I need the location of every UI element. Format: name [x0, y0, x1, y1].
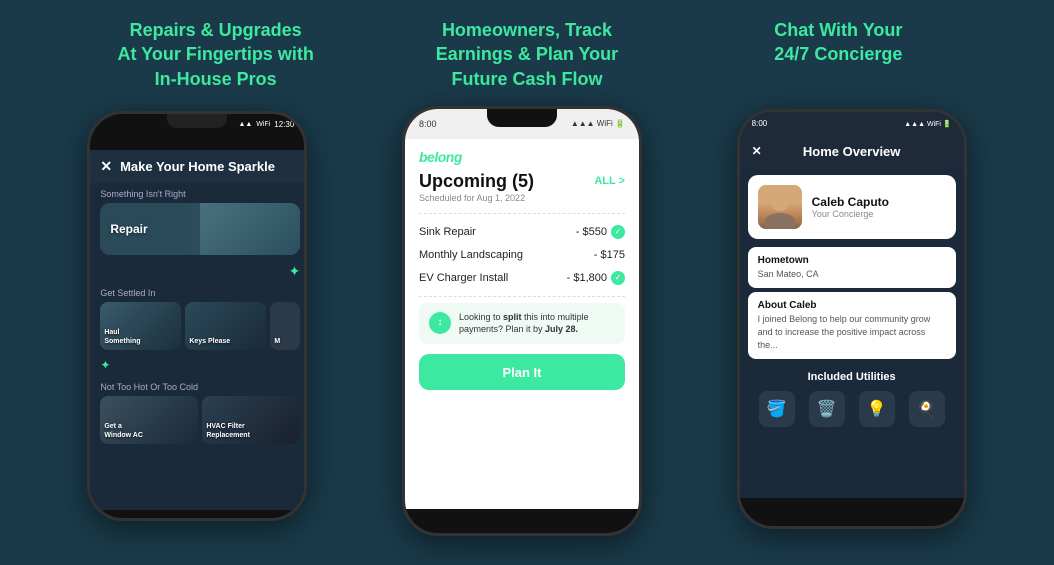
p3-utility-stove: 🍳 — [909, 391, 945, 427]
header-row: Repairs & Upgrades At Your Fingertips wi… — [0, 0, 1054, 101]
p2-upcoming-section: Upcoming (5) ALL > Scheduled for Aug 1, … — [405, 171, 639, 207]
p1-header: ✕ Make Your Home Sparkle — [90, 150, 307, 183]
p3-hometown-label: Hometown — [758, 255, 946, 266]
p3-time: 8:00 — [752, 119, 768, 128]
p1-section3-label: Not Too Hot Or Too Cold — [90, 376, 307, 396]
tagline-2: Homeowners, Track Earnings & Plan Your F… — [387, 18, 667, 91]
p1-hvac-card[interactable]: HVAC Filter Replacement — [202, 396, 300, 444]
p2-all-button[interactable]: ALL > — [594, 175, 625, 187]
tagline-3: Chat With Your 24/7 Concierge — [698, 18, 978, 67]
p3-about-box: About Caleb I joined Belong to help our … — [748, 292, 956, 359]
p3-hometown-value: San Mateo, CA — [758, 268, 946, 281]
p1-hvac-label: HVAC Filter Replacement — [206, 423, 250, 440]
p1-more-label: M — [274, 338, 280, 346]
p1-section1-label: Something Isn't Right — [90, 183, 307, 203]
p1-more-card[interactable]: M — [270, 302, 300, 350]
phone-1: ▲▲ WiFi 12:30 ✕ Make Your Home Sparkle S… — [87, 111, 307, 521]
p2-sink-check: ✓ — [611, 225, 625, 239]
p3-concierge-role: Your Concierge — [812, 209, 889, 219]
phones-row: ▲▲ WiFi 12:30 ✕ Make Your Home Sparkle S… — [0, 101, 1054, 565]
p2-item-landscaping: Monthly Landscaping - $175 — [405, 244, 639, 266]
phone-2: 8:00 ▲▲▲ WiFi 🔋 belong Upcoming (5) ALL … — [402, 106, 642, 536]
p3-about-text: I joined Belong to help our community gr… — [758, 313, 946, 351]
p1-haul-card[interactable]: Haul Something — [100, 302, 181, 350]
p1-haul-label: Haul Something — [104, 329, 140, 346]
p3-title: Home Overview — [803, 144, 901, 159]
p3-about-label: About Caleb — [758, 300, 946, 311]
tagline-1: Repairs & Upgrades At Your Fingertips wi… — [76, 18, 356, 91]
p1-wifi: WiFi — [256, 121, 270, 128]
p3-header: ✕ Home Overview — [740, 136, 964, 167]
p1-ac-card[interactable]: Get a Window AC — [100, 396, 198, 444]
p1-cold-row: Get a Window AC HVAC Filter Replacement — [100, 396, 300, 444]
p1-ac-label: Get a Window AC — [104, 423, 143, 440]
p2-sink-amount: - $550 ✓ — [576, 225, 625, 239]
p2-split-text: Looking to split this into multiple paym… — [459, 311, 615, 336]
phone-3: 8:00 ▲▲▲ WiFi 🔋 ✕ Home Overview Caleb Ca… — [737, 109, 967, 529]
p1-repair-card[interactable]: Repair — [100, 203, 300, 255]
p2-time: 8:00 — [419, 119, 437, 129]
p2-logo: belong — [419, 149, 462, 165]
p1-settled-row: Haul Something Keys Please M — [100, 302, 300, 350]
p3-concierge-card: Caleb Caputo Your Concierge — [748, 175, 956, 239]
p1-signal: ▲▲ — [238, 121, 252, 128]
p1-repair-label: Repair — [110, 222, 147, 236]
p2-ev-check: ✓ — [611, 271, 625, 285]
p2-divider-2 — [419, 296, 625, 297]
p3-utility-trash: 🗑️ — [809, 391, 845, 427]
p1-title: Make Your Home Sparkle — [120, 159, 275, 174]
p3-concierge-info: Caleb Caputo Your Concierge — [812, 195, 889, 219]
p2-land-amount: - $175 — [594, 249, 625, 261]
p3-close-icon[interactable]: ✕ — [752, 144, 762, 158]
p3-concierge-name: Caleb Caputo — [812, 195, 889, 209]
p2-land-label: Monthly Landscaping — [419, 249, 523, 261]
p3-hometown-box: Hometown San Mateo, CA — [748, 247, 956, 289]
p1-time: 12:30 — [274, 120, 294, 129]
p3-utility-icons: 🪣 🗑️ 💡 🍳 — [748, 391, 956, 427]
p3-status: ▲▲▲ WiFi 🔋 — [904, 120, 951, 128]
p1-keys-card[interactable]: Keys Please — [185, 302, 266, 350]
p2-ev-amount: - $1,800 ✓ — [567, 271, 625, 285]
p2-split-icon: ↕ — [429, 312, 451, 334]
sparkle-icon: ✦ — [289, 263, 301, 280]
p3-utility-light: 💡 — [859, 391, 895, 427]
p3-utility-vacuum: 🪣 — [759, 391, 795, 427]
p2-plan-button[interactable]: Plan It — [419, 354, 625, 390]
p2-divider-1 — [419, 213, 625, 214]
p1-keys-label: Keys Please — [189, 338, 230, 346]
p2-ev-label: EV Charger Install — [419, 272, 508, 284]
p3-avatar — [758, 185, 802, 229]
p2-split-box: ↕ Looking to split this into multiple pa… — [419, 303, 625, 344]
p1-section2-label: Get Settled In — [90, 282, 307, 302]
p2-subtitle: Scheduled for Aug 1, 2022 — [419, 193, 625, 203]
p3-utilities-section: Included Utilities 🪣 🗑️ 💡 🍳 — [740, 363, 964, 431]
p2-upcoming-title: Upcoming (5) ALL > — [419, 171, 625, 192]
p2-status: ▲▲▲ WiFi 🔋 — [571, 119, 625, 128]
sparkle-icon-2: ✦ — [100, 358, 110, 372]
p2-sink-label: Sink Repair — [419, 226, 476, 238]
p2-header: belong — [405, 139, 639, 171]
p2-item-ev: EV Charger Install - $1,800 ✓ — [405, 266, 639, 290]
p3-utilities-title: Included Utilities — [748, 371, 956, 383]
p2-item-sink: Sink Repair - $550 ✓ — [405, 220, 639, 244]
p1-close-icon[interactable]: ✕ — [100, 158, 112, 175]
